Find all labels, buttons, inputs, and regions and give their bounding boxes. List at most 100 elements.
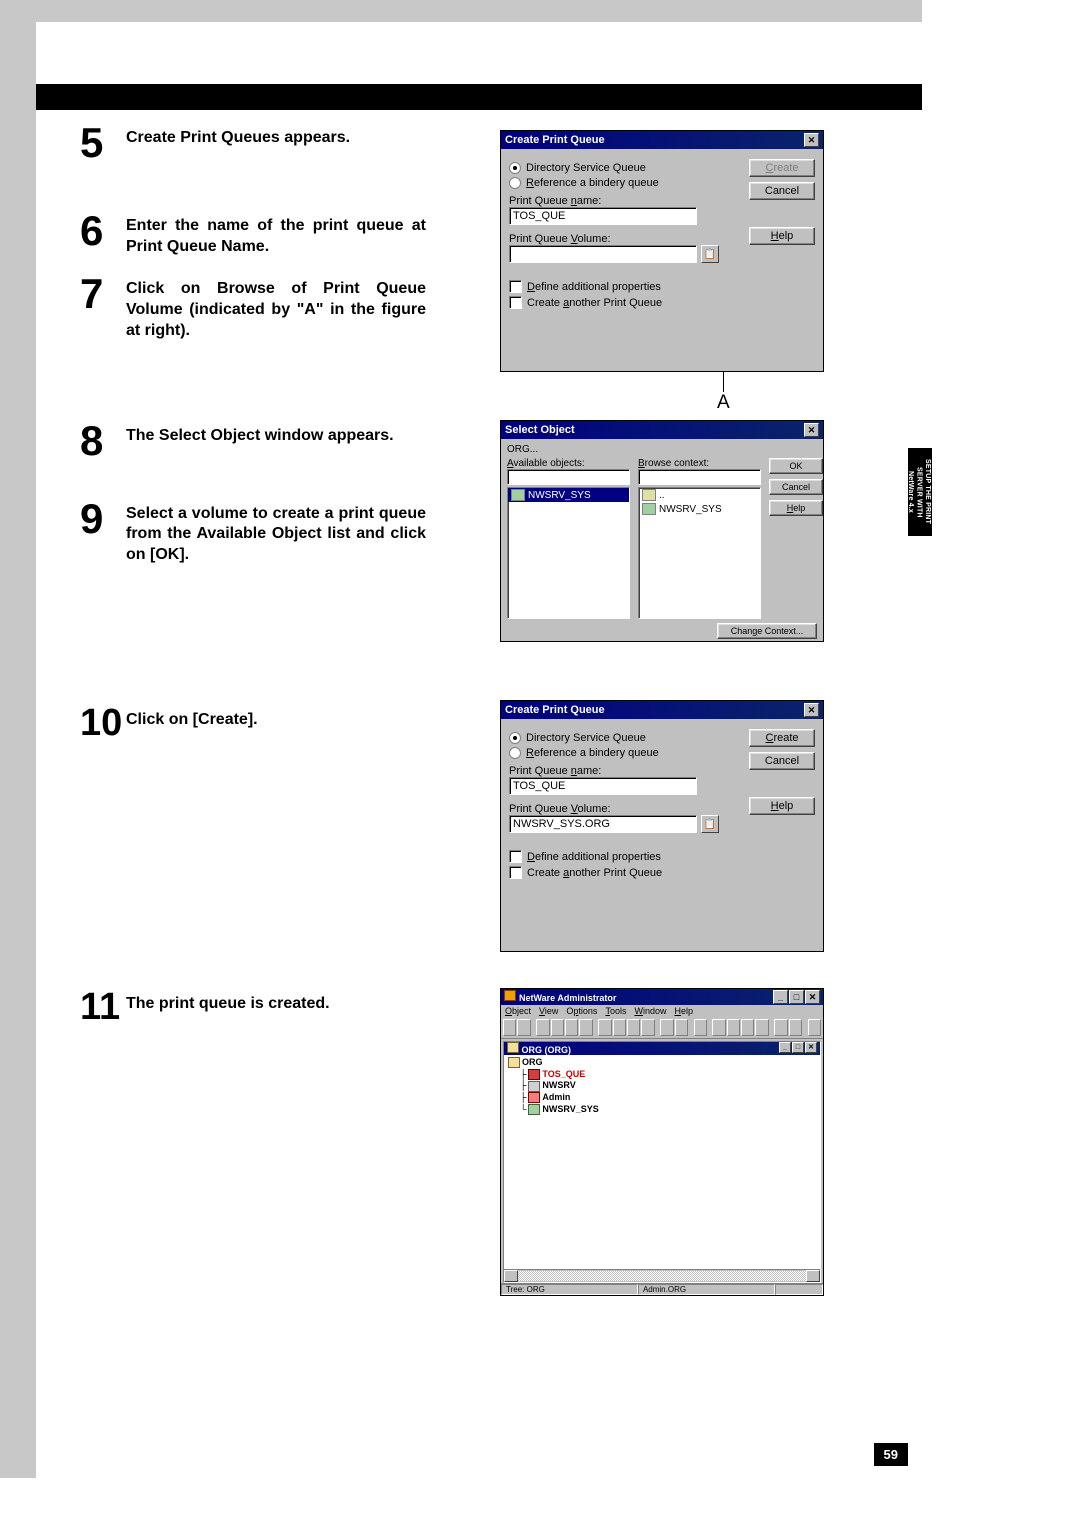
close-icon[interactable]: ✕: [805, 990, 820, 1004]
help-button[interactable]: Help: [749, 797, 815, 815]
radio-directory-service-queue[interactable]: Directory Service Queue: [509, 162, 749, 174]
tree-node-org[interactable]: ORG: [508, 1057, 816, 1069]
radio-reference-bindery-queue[interactable]: Reference a bindery queue: [509, 747, 749, 759]
up-context-icon: [642, 489, 656, 501]
org-icon: [508, 1057, 520, 1068]
window-title: NetWare Administrator: [519, 993, 616, 1003]
menu-tools[interactable]: Tools: [605, 1006, 626, 1016]
print-queue-volume-label: Print Queue Volume:: [509, 233, 749, 245]
step-number: 8: [80, 422, 126, 460]
maximize-icon[interactable]: □: [792, 1042, 804, 1053]
define-additional-properties-checkbox[interactable]: Define additional properties: [509, 850, 749, 863]
server-icon: [528, 1081, 540, 1092]
tree-node-volume[interactable]: └ NWSRV_SYS: [508, 1104, 816, 1116]
menu-bar: Object View Options Tools Window Help: [501, 1005, 823, 1017]
inner-window-title: ORG (ORG): [522, 1045, 572, 1055]
toolbar-button[interactable]: [789, 1019, 802, 1036]
menu-object[interactable]: Object: [505, 1006, 531, 1016]
menu-view[interactable]: View: [539, 1006, 558, 1016]
browse-context-filter[interactable]: [638, 469, 761, 485]
menu-help[interactable]: Help: [674, 1006, 693, 1016]
define-additional-properties-checkbox[interactable]: Define additional properties: [509, 280, 749, 293]
toolbar-button[interactable]: [517, 1019, 530, 1036]
print-queue-volume-input[interactable]: [509, 245, 697, 263]
change-context-button[interactable]: Change Context...: [717, 623, 817, 639]
available-objects-list[interactable]: NWSRV_SYS: [507, 487, 630, 619]
toolbar-button[interactable]: [627, 1019, 640, 1036]
menu-window[interactable]: Window: [634, 1006, 666, 1016]
toolbar-button[interactable]: [536, 1019, 549, 1036]
print-queue-volume-input[interactable]: NWSRV_SYS.ORG: [509, 815, 697, 833]
create-button[interactable]: Create: [749, 729, 815, 747]
close-icon[interactable]: ✕: [804, 133, 819, 147]
scroll-left-icon[interactable]: [504, 1270, 518, 1282]
volume-icon: [511, 489, 525, 501]
minimize-icon[interactable]: _: [773, 990, 788, 1004]
ok-button[interactable]: OK: [769, 458, 823, 474]
toolbar-button[interactable]: [641, 1019, 654, 1036]
tree-node-server[interactable]: ├ NWSRV: [508, 1080, 816, 1092]
print-queue-name-label: Print Queue name:: [509, 765, 749, 777]
step-text: The Select Object window appears.: [126, 422, 426, 447]
create-print-queue-dialog-2: Create Print Queue ✕ Directory Service Q…: [500, 700, 824, 952]
print-queue-name-input[interactable]: TOS_QUE: [509, 777, 697, 795]
available-objects-label: Available objects:: [507, 458, 630, 469]
print-queue-name-input[interactable]: TOS_QUE: [509, 207, 697, 225]
browse-icon[interactable]: 📋: [701, 245, 719, 263]
toolbar-button[interactable]: [598, 1019, 611, 1036]
step-text: Enter the name of the print queue at Pri…: [126, 212, 426, 258]
page-number-badge: 59: [874, 1443, 908, 1466]
available-objects-filter[interactable]: [507, 469, 630, 485]
toolbar-button[interactable]: [613, 1019, 626, 1036]
toolbar-button[interactable]: [565, 1019, 578, 1036]
toolbar-button[interactable]: [741, 1019, 754, 1036]
toolbar-button[interactable]: [712, 1019, 725, 1036]
minimize-icon[interactable]: _: [779, 1042, 791, 1053]
callout-a: A: [717, 392, 730, 414]
toolbar-button[interactable]: [579, 1019, 592, 1036]
list-item[interactable]: NWSRV_SYS: [639, 502, 760, 516]
cancel-button[interactable]: Cancel: [749, 752, 815, 770]
print-queue-name-label: Print Queue name:: [509, 195, 749, 207]
step-number: 6: [80, 212, 126, 250]
create-another-print-queue-checkbox[interactable]: Create another Print Queue: [509, 296, 749, 309]
toolbar-button[interactable]: [675, 1019, 688, 1036]
tree-view[interactable]: ORG ├ TOS_QUE ├ NWSRV ├ Admin └ NWSRV_SY…: [504, 1055, 820, 1269]
toolbar-button[interactable]: [660, 1019, 673, 1036]
menu-options[interactable]: Options: [566, 1006, 597, 1016]
browse-icon[interactable]: 📋: [701, 815, 719, 833]
help-button[interactable]: Help: [749, 227, 815, 245]
toolbar-button[interactable]: [551, 1019, 564, 1036]
close-icon[interactable]: ✕: [804, 423, 819, 437]
admin-icon: [528, 1092, 540, 1103]
dialog-title: Create Print Queue: [505, 134, 605, 146]
help-button[interactable]: Help: [769, 500, 823, 516]
queue-icon: [528, 1069, 540, 1080]
close-icon[interactable]: ✕: [804, 703, 819, 717]
list-item[interactable]: NWSRV_SYS: [508, 488, 629, 502]
step-text: The print queue is created.: [126, 990, 426, 1015]
tree-node-admin[interactable]: ├ Admin: [508, 1092, 816, 1104]
cancel-button[interactable]: Cancel: [769, 479, 823, 495]
create-another-print-queue-checkbox[interactable]: Create another Print Queue: [509, 866, 749, 879]
toolbar-button[interactable]: [727, 1019, 740, 1036]
maximize-icon[interactable]: □: [789, 990, 804, 1004]
toolbar-button[interactable]: [694, 1019, 707, 1036]
toolbar-button[interactable]: [755, 1019, 768, 1036]
list-item[interactable]: ..: [639, 488, 760, 502]
cancel-button[interactable]: Cancel: [749, 182, 815, 200]
radio-directory-service-queue[interactable]: Directory Service Queue: [509, 732, 749, 744]
toolbar-button[interactable]: [808, 1019, 821, 1036]
close-icon[interactable]: ✕: [805, 1042, 817, 1053]
dialog-title: Create Print Queue: [505, 704, 605, 716]
netware-administrator-window: NetWare Administrator _ □ ✕ Object View …: [500, 988, 824, 1296]
radio-reference-bindery-queue[interactable]: Reference a bindery queue: [509, 177, 749, 189]
create-button[interactable]: Create: [749, 159, 815, 177]
side-tab: SETUP THE PRINT SERVER WITH NetWare 4.x: [908, 448, 932, 536]
browse-context-list[interactable]: .. NWSRV_SYS: [638, 487, 761, 619]
horizontal-scrollbar[interactable]: [504, 1269, 820, 1282]
scroll-right-icon[interactable]: [806, 1270, 820, 1282]
toolbar-button[interactable]: [774, 1019, 787, 1036]
toolbar-button[interactable]: [503, 1019, 516, 1036]
tree-node-queue[interactable]: ├ TOS_QUE: [508, 1069, 816, 1081]
